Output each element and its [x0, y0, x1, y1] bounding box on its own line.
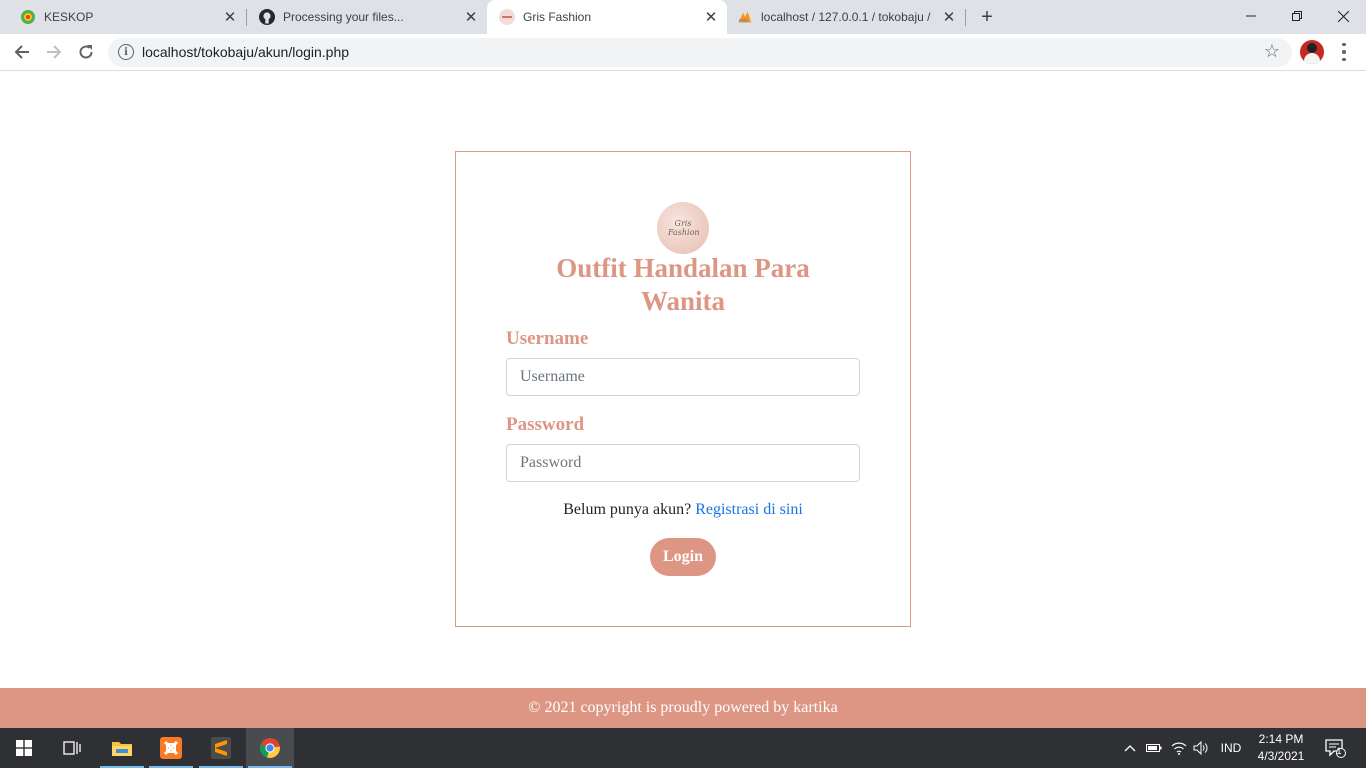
url-text: localhost/tokobaju/akun/login.php — [142, 44, 350, 60]
sublime-text-button[interactable] — [197, 728, 245, 768]
restore-button[interactable] — [1274, 0, 1320, 32]
sublime-text-icon — [211, 737, 231, 759]
chevron-up-icon — [1124, 745, 1136, 752]
tab-title: Processing your files... — [283, 10, 404, 24]
login-button[interactable]: Login — [650, 538, 716, 576]
reload-button[interactable] — [72, 38, 100, 66]
clock-time: 2:14 PM — [1258, 732, 1304, 746]
system-clock[interactable]: 2:14 PM 4/3/2021 — [1248, 731, 1314, 765]
page-footer: © 2021 copyright is proudly powered by k… — [0, 688, 1366, 728]
forward-arrow-icon — [47, 45, 62, 59]
browser-toolbar: i localhost/tokobaju/akun/login.php ☆ — [0, 34, 1366, 71]
back-button[interactable] — [8, 38, 36, 66]
tab-title: localhost / 127.0.0.1 / tokobaju / — [761, 10, 931, 24]
close-tab-icon[interactable]: ✕ — [939, 7, 959, 27]
chrome-button[interactable] — [246, 728, 294, 768]
tab-title: Gris Fashion — [523, 10, 592, 24]
file-explorer-button[interactable] — [98, 728, 146, 768]
reload-icon — [79, 45, 93, 59]
clock-date: 4/3/2021 — [1257, 749, 1305, 763]
task-view-icon — [63, 741, 81, 755]
site-info-icon[interactable]: i — [118, 44, 134, 60]
tab-strip: KESKOP ✕ Processing your files... ✕ Gris… — [0, 0, 1366, 34]
input-language-indicator[interactable]: IND — [1216, 728, 1246, 768]
register-prompt: Belum punya akun? — [563, 501, 692, 518]
minimize-button[interactable] — [1228, 0, 1274, 32]
logo-text: Gris Fashion — [668, 219, 700, 237]
xampp-icon — [160, 737, 182, 759]
xampp-button[interactable] — [147, 728, 195, 768]
tab-separator — [965, 9, 966, 26]
phpmyadmin-favicon-icon: PMA — [737, 9, 753, 25]
close-window-button[interactable] — [1320, 0, 1366, 32]
tab-github[interactable]: Processing your files... ✕ — [247, 0, 487, 34]
username-input[interactable] — [506, 358, 860, 396]
new-tab-button[interactable]: + — [975, 5, 999, 29]
file-explorer-icon — [112, 742, 132, 756]
back-arrow-icon — [14, 45, 29, 59]
close-tab-icon[interactable]: ✕ — [220, 7, 240, 27]
svg-text:PMA: PMA — [739, 18, 749, 24]
username-label: Username — [506, 328, 589, 349]
windows-taskbar: IND 2:14 PM 4/3/2021 1 — [0, 728, 1366, 768]
page-heading: Outfit Handalan Para Wanita — [456, 252, 910, 318]
volume-icon[interactable] — [1190, 728, 1212, 768]
battery-icon[interactable] — [1144, 728, 1164, 768]
start-icon — [16, 740, 32, 756]
keskop-favicon-icon — [20, 9, 36, 25]
action-center-button[interactable]: 1 — [1320, 728, 1350, 768]
notification-count-badge: 1 — [1336, 746, 1342, 756]
start-button[interactable] — [0, 728, 48, 768]
password-input[interactable] — [506, 444, 860, 482]
login-card: Gris Fashion Outfit Handalan Para Wanita… — [455, 151, 911, 627]
tab-keskop[interactable]: KESKOP ✕ — [0, 0, 246, 34]
register-prompt-row: Belum punya akun? Registrasi di sini — [456, 501, 910, 519]
heading-line-2: Wanita — [640, 286, 726, 316]
address-bar[interactable]: i localhost/tokobaju/akun/login.php ☆ — [108, 38, 1292, 67]
chrome-icon — [259, 738, 280, 758]
forward-button[interactable] — [40, 38, 68, 66]
heading-line-1: Outfit Handalan Para — [556, 253, 810, 283]
gris-fashion-logo: Gris Fashion — [657, 202, 709, 254]
profile-avatar[interactable] — [1300, 40, 1324, 64]
wifi-icon[interactable] — [1168, 728, 1190, 768]
tab-phpmyadmin[interactable]: PMA localhost / 127.0.0.1 / tokobaju / ✕ — [727, 0, 965, 34]
register-link[interactable]: Registrasi di sini — [695, 501, 803, 518]
close-tab-icon[interactable]: ✕ — [701, 7, 721, 27]
task-view-button[interactable] — [48, 728, 96, 768]
close-tab-icon[interactable]: ✕ — [461, 7, 481, 27]
show-hidden-icons-button[interactable] — [1120, 728, 1140, 768]
password-label: Password — [506, 414, 585, 435]
bookmark-star-icon[interactable]: ☆ — [1264, 41, 1280, 62]
tab-gris-fashion[interactable]: Gris Fashion ✕ — [487, 0, 727, 34]
github-favicon-icon — [259, 9, 275, 25]
tab-title: KESKOP — [44, 10, 94, 24]
browser-menu-icon[interactable] — [1336, 41, 1352, 63]
gris-fashion-favicon-icon — [499, 9, 515, 25]
